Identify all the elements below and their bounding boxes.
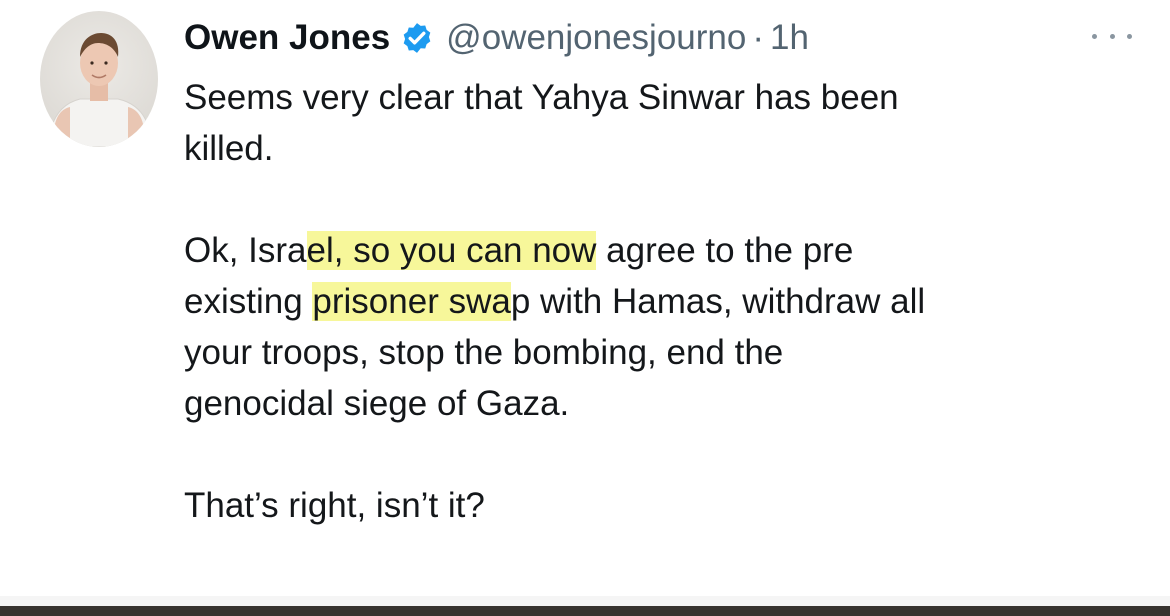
tweet-line-segment: agree to the pre: [596, 231, 854, 270]
tweet-line: genocidal siege of Gaza.: [184, 384, 570, 423]
more-options-icon[interactable]: [1092, 30, 1132, 42]
tweet-paragraph-1: Seems very clear that Yahya Sinwar has b…: [184, 72, 1154, 174]
tweet-line-segment: Ok, Isra: [184, 231, 307, 270]
author-name[interactable]: Owen Jones: [184, 18, 390, 58]
highlighted-text: prisoner swa: [312, 282, 511, 321]
more-dot-icon: [1109, 33, 1115, 39]
tweet-header: Owen Jones @owenjonesjourno · 1h: [184, 10, 809, 66]
avatar[interactable]: [40, 11, 158, 147]
tweet-text: Seems very clear that Yahya Sinwar has b…: [184, 72, 1154, 531]
highlighted-text: el, so you can now: [306, 231, 597, 270]
tweet-timestamp[interactable]: 1h: [770, 18, 809, 58]
tweet-line: Seems very clear that Yahya Sinwar has b…: [184, 78, 899, 117]
avatar-portrait-image: [47, 33, 153, 147]
more-dot-icon: [1127, 33, 1132, 39]
tweet-paragraph-3: That’s right, isn’t it?: [184, 480, 1154, 531]
tweet-card: Owen Jones @owenjonesjourno · 1h Seems v…: [0, 0, 1170, 616]
bottom-divider: [0, 606, 1170, 616]
next-item-edge: [0, 596, 1170, 606]
verified-badge-icon: [400, 21, 434, 55]
separator-dot: ·: [752, 18, 764, 57]
tweet-line: your troops, stop the bombing, end the: [184, 333, 784, 372]
tweet-paragraph-2: Ok, Israel, so you can now agree to the …: [184, 225, 1154, 429]
tweet-line: killed.: [184, 129, 274, 168]
more-dot-icon: [1092, 33, 1097, 39]
tweet-line-segment: p with Hamas, withdraw all: [510, 282, 926, 321]
tweet-line: That’s right, isn’t it?: [184, 486, 485, 525]
tweet-line-segment: existing: [184, 282, 313, 321]
author-handle[interactable]: @owenjonesjourno: [446, 18, 746, 58]
